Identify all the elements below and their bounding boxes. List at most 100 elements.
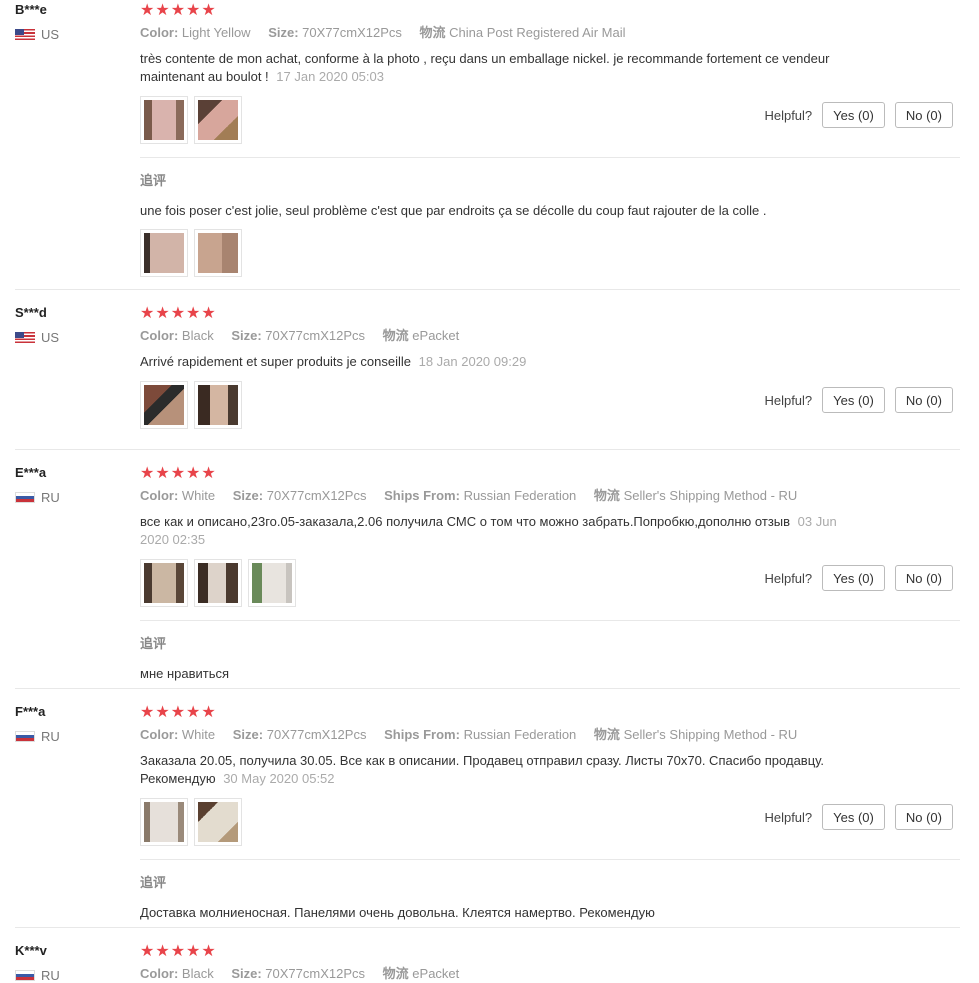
review-photo-thumbnail[interactable] xyxy=(194,381,242,429)
logistics-value: China Post Registered Air Mail xyxy=(449,25,626,40)
review-photo-thumbnail[interactable] xyxy=(194,559,242,607)
review-photo-thumbnail[interactable] xyxy=(140,798,188,846)
size-value: 70X77cmX12Pcs xyxy=(302,25,402,40)
size-label: Size: xyxy=(268,25,299,40)
helpful-no-button[interactable]: No (0) xyxy=(894,565,953,591)
helpful-label: Helpful? xyxy=(764,392,813,408)
review-body: Arrivé rapidement et super produits je c… xyxy=(140,354,411,369)
color-label: Color: xyxy=(140,488,179,503)
logistics-value: Seller's Shipping Method - RU xyxy=(623,488,798,503)
reviewer-name: B***e xyxy=(15,2,47,17)
reviewer-name: F***a xyxy=(15,704,46,719)
helpful-yes-button[interactable]: Yes (0) xyxy=(822,387,885,413)
review-photo-thumbnail[interactable] xyxy=(140,96,188,144)
size-label: Size: xyxy=(231,328,262,343)
review-photo-thumbnail[interactable] xyxy=(194,96,242,144)
helpful-yes-button[interactable]: Yes (0) xyxy=(822,102,885,128)
helpful-vote: Helpful? Yes (0) No (0) xyxy=(764,387,953,413)
reviewer-country: US xyxy=(15,27,125,42)
reviewer-name: E***a xyxy=(15,465,47,480)
review-photo-thumbnail[interactable] xyxy=(140,229,188,277)
followup-text: Доставка молниеносная. Панелями очень до… xyxy=(140,905,655,920)
reviewer-info: E***a RU xyxy=(15,465,125,505)
review-photo-thumbnail[interactable] xyxy=(194,229,242,277)
followup-photos xyxy=(140,229,960,277)
review-date: 30 May 2020 05:52 xyxy=(223,771,335,786)
rating-stars: ★★★★★ xyxy=(140,465,217,482)
review-divider xyxy=(15,449,960,450)
logistics-label: 物流 xyxy=(382,328,409,343)
ships-from-value: Russian Federation xyxy=(463,488,577,503)
review-photo-thumbnail[interactable] xyxy=(248,559,296,607)
size-value: 70X77cmX12Pcs xyxy=(265,328,366,343)
country-code: RU xyxy=(41,490,60,505)
helpful-label: Helpful? xyxy=(764,809,813,825)
review-photo-thumbnail[interactable] xyxy=(140,559,188,607)
helpful-vote: Helpful? Yes (0) No (0) xyxy=(764,804,953,830)
reviewer-info: S***d US xyxy=(15,305,125,345)
reviewer-name: K***v xyxy=(15,943,47,958)
review-date: 18 Jan 2020 09:29 xyxy=(418,354,527,369)
followup-text: мне нравиться xyxy=(140,666,230,681)
helpful-yes-button[interactable]: Yes (0) xyxy=(822,565,885,591)
helpful-vote: Helpful? Yes (0) No (0) xyxy=(764,102,953,128)
review-meta: Color: White Size: 70X77cmX12Pcs Ships F… xyxy=(140,488,960,504)
followup-label: 追评 xyxy=(140,636,167,651)
review-photo-thumbnail[interactable] xyxy=(140,381,188,429)
review-text: Заказала 20.05, получила 30.05. Все как … xyxy=(140,752,840,788)
logistics-label: 物流 xyxy=(593,488,620,503)
rating-stars: ★★★★★ xyxy=(140,305,217,322)
ru-flag-icon xyxy=(15,731,35,742)
reviewer-info: B***e US xyxy=(15,2,125,42)
helpful-vote: Helpful? Yes (0) No (0) xyxy=(764,565,953,591)
helpful-label: Helpful? xyxy=(764,107,813,123)
logistics-value: ePacket xyxy=(412,328,460,343)
size-value: 70X77cmX12Pcs xyxy=(266,488,367,503)
size-value: 70X77cmX12Pcs xyxy=(266,727,367,742)
review-date: 17 Jan 2020 05:03 xyxy=(276,69,384,84)
review-content: ★★★★★ Color: Black Size: 70X77cmX12Pcs 物… xyxy=(140,943,960,982)
followup-text: une fois poser c'est jolie, seul problèm… xyxy=(140,203,767,218)
ru-flag-icon xyxy=(15,492,35,503)
review-divider xyxy=(15,289,960,290)
size-label: Size: xyxy=(232,727,264,742)
ships-from-label: Ships From: xyxy=(384,488,460,503)
followup-review: 追评 Доставка молниеносная. Панелями очень… xyxy=(140,859,960,922)
color-label: Color: xyxy=(140,25,179,40)
size-label: Size: xyxy=(232,488,264,503)
followup-label: 追评 xyxy=(140,173,167,188)
review-text: Arrivé rapidement et super produits je c… xyxy=(140,353,840,371)
logistics-value: Seller's Shipping Method - RU xyxy=(623,727,798,742)
reviewer-country: RU xyxy=(15,968,125,983)
helpful-yes-button[interactable]: Yes (0) xyxy=(822,804,885,830)
reviewer-info: F***a RU xyxy=(15,704,125,744)
color-value: Light Yellow xyxy=(181,25,251,40)
review-meta: Color: White Size: 70X77cmX12Pcs Ships F… xyxy=(140,727,960,743)
reviewer-country: RU xyxy=(15,729,125,744)
review-meta: Color: Black Size: 70X77cmX12Pcs 物流 ePac… xyxy=(140,966,960,982)
review-body: très contente de mon achat, conforme à l… xyxy=(140,51,830,84)
review-divider xyxy=(15,927,960,928)
helpful-no-button[interactable]: No (0) xyxy=(894,804,953,830)
followup-label: 追评 xyxy=(140,875,167,890)
color-value: White xyxy=(181,488,216,503)
review-text: très contente de mon achat, conforme à l… xyxy=(140,50,840,86)
color-value: White xyxy=(181,727,216,742)
followup-review: 追评 мне нравиться xyxy=(140,620,960,683)
review-body: все как и описано,23го.05-заказала,2.06 … xyxy=(140,514,791,529)
helpful-no-button[interactable]: No (0) xyxy=(894,387,953,413)
helpful-no-button[interactable]: No (0) xyxy=(894,102,953,128)
color-label: Color: xyxy=(140,328,179,343)
rating-stars: ★★★★★ xyxy=(140,704,217,721)
country-code: RU xyxy=(41,729,60,744)
review-meta: Color: Black Size: 70X77cmX12Pcs 物流 ePac… xyxy=(140,328,960,344)
review-divider xyxy=(15,688,960,689)
logistics-label: 物流 xyxy=(593,727,620,742)
reviewer-info: K***v RU xyxy=(15,943,125,983)
color-value: Black xyxy=(181,328,214,343)
us-flag-icon xyxy=(15,332,35,343)
rating-stars: ★★★★★ xyxy=(140,943,217,960)
review-photo-thumbnail[interactable] xyxy=(194,798,242,846)
followup-review: 追评 une fois poser c'est jolie, seul prob… xyxy=(140,157,960,277)
country-code: RU xyxy=(41,968,60,983)
